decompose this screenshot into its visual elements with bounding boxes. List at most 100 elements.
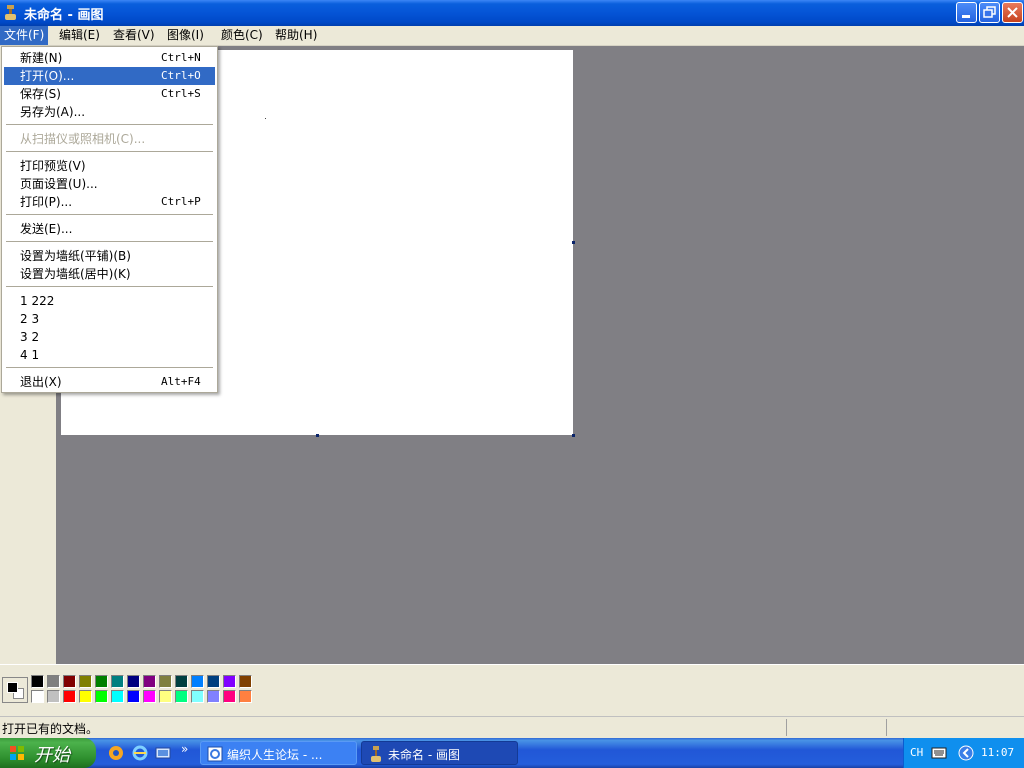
task-label-paint: 未命名 - 画图 — [388, 748, 460, 762]
palette-color-swatch[interactable] — [207, 690, 220, 703]
canvas-pixel — [265, 118, 266, 119]
palette-color-swatch[interactable] — [127, 675, 140, 688]
menu-item-recent-3[interactable]: 3 2 — [4, 328, 215, 346]
menu-item-label: 发送(E)... — [20, 222, 73, 236]
close-button[interactable] — [1002, 2, 1023, 23]
title-bar[interactable]: 未命名 - 画图 — [0, 0, 1024, 26]
palette-color-swatch[interactable] — [79, 675, 92, 688]
menu-item-label: 设置为墙纸(平铺)(B) — [20, 249, 131, 263]
ie-page-icon — [207, 746, 223, 762]
menu-separator — [6, 151, 213, 152]
menu-item-label: 1 222 — [20, 294, 55, 308]
resize-handle-right[interactable] — [572, 241, 575, 244]
resize-handle-corner[interactable] — [572, 434, 575, 437]
menu-help[interactable]: 帮助(H) — [271, 26, 321, 45]
palette-color-swatch[interactable] — [223, 675, 236, 688]
quick-launch-more-icon[interactable]: » — [181, 742, 188, 756]
menu-item-open[interactable]: 打开(O)... Ctrl+O — [4, 67, 215, 85]
menu-item-label: 打开(O)... — [20, 69, 75, 83]
show-hidden-icons-icon[interactable] — [958, 745, 974, 761]
restore-button[interactable] — [979, 2, 1000, 23]
start-button[interactable]: 开始 — [0, 738, 96, 768]
paint-app-icon — [5, 5, 16, 20]
palette-color-swatch[interactable] — [175, 690, 188, 703]
menu-item-shortcut: Ctrl+S — [161, 87, 201, 100]
palette-color-swatch[interactable] — [47, 690, 60, 703]
keyboard-icon[interactable] — [931, 747, 947, 759]
palette-color-swatch[interactable] — [111, 675, 124, 688]
menu-colors[interactable]: 颜色(C) — [217, 26, 267, 45]
windows-flag-icon — [10, 746, 24, 760]
start-label: 开始 — [34, 745, 70, 766]
quick-launch-ie-icon[interactable] — [132, 745, 148, 761]
palette-color-swatch[interactable] — [63, 690, 76, 703]
palette-color-swatch[interactable] — [159, 675, 172, 688]
quick-launch-media-icon[interactable] — [108, 745, 124, 761]
taskbar: 开始 » 编织人生论坛 - ... 未命名 - 画图 CH 11:07 — [0, 738, 1024, 768]
menu-separator — [6, 214, 213, 215]
palette-color-swatch[interactable] — [159, 690, 172, 703]
task-button-forum[interactable]: 编织人生论坛 - ... — [200, 741, 357, 765]
menu-item-print[interactable]: 打印(P)... Ctrl+P — [4, 193, 215, 211]
menu-separator — [6, 367, 213, 368]
paint-app-icon — [371, 746, 381, 762]
palette-color-swatch[interactable] — [191, 675, 204, 688]
system-tray: CH 11:07 — [903, 738, 1024, 768]
menu-item-wallpaper-center[interactable]: 设置为墙纸(居中)(K) — [4, 265, 215, 283]
menu-item-print-preview[interactable]: 打印预览(V) — [4, 157, 215, 175]
menu-item-exit[interactable]: 退出(X) Alt+F4 — [4, 373, 215, 391]
menu-item-recent-1[interactable]: 1 222 — [4, 292, 215, 310]
menu-item-wallpaper-tile[interactable]: 设置为墙纸(平铺)(B) — [4, 247, 215, 265]
minimize-button[interactable] — [956, 2, 977, 23]
palette-color-swatch[interactable] — [175, 675, 188, 688]
menu-item-shortcut: Ctrl+P — [161, 195, 201, 208]
menu-item-new[interactable]: 新建(N) Ctrl+N — [4, 49, 215, 67]
menu-view[interactable]: 查看(V) — [109, 26, 159, 45]
resize-handle-bottom[interactable] — [316, 434, 319, 437]
palette-color-swatch[interactable] — [143, 690, 156, 703]
menu-item-send[interactable]: 发送(E)... — [4, 220, 215, 238]
palette-color-swatch[interactable] — [127, 690, 140, 703]
palette-color-swatch[interactable] — [191, 690, 204, 703]
palette-color-swatch[interactable] — [143, 675, 156, 688]
menu-item-label: 打印(P)... — [20, 195, 73, 209]
menu-item-label: 3 2 — [20, 330, 40, 344]
menu-item-save[interactable]: 保存(S) Ctrl+S — [4, 85, 215, 103]
menu-item-label: 另存为(A)... — [20, 105, 86, 119]
quick-launch-desktop-icon[interactable] — [155, 745, 171, 761]
palette-color-swatch[interactable] — [63, 675, 76, 688]
menu-bar: 文件(F) 编辑(E) 查看(V) 图像(I) 颜色(C) 帮助(H) — [0, 26, 1024, 46]
current-colors[interactable] — [2, 677, 28, 703]
status-bar: 打开已有的文档。 — [0, 716, 1024, 739]
menu-item-shortcut: Alt+F4 — [161, 375, 201, 388]
menu-item-label: 页面设置(U)... — [20, 177, 98, 191]
window-title: 未命名 - 画图 — [24, 8, 104, 23]
palette-color-swatch[interactable] — [31, 690, 44, 703]
status-text: 打开已有的文档。 — [2, 722, 99, 736]
palette-color-swatch[interactable] — [239, 675, 252, 688]
palette-color-swatch[interactable] — [207, 675, 220, 688]
menu-image[interactable]: 图像(I) — [163, 26, 208, 45]
clock[interactable]: 11:07 — [981, 746, 1014, 759]
palette-color-swatch[interactable] — [223, 690, 236, 703]
menu-file[interactable]: 文件(F) — [0, 26, 49, 45]
palette-color-swatch[interactable] — [47, 675, 60, 688]
palette-color-swatch[interactable] — [95, 675, 108, 688]
menu-item-recent-4[interactable]: 4 1 — [4, 346, 215, 364]
restore-icon — [983, 6, 996, 18]
palette-color-swatch[interactable] — [31, 675, 44, 688]
menu-item-page-setup[interactable]: 页面设置(U)... — [4, 175, 215, 193]
menu-item-save-as[interactable]: 另存为(A)... — [4, 103, 215, 121]
file-menu-dropdown: 新建(N) Ctrl+N 打开(O)... Ctrl+O 保存(S) Ctrl+… — [1, 46, 218, 393]
menu-item-label: 2 3 — [20, 312, 40, 326]
close-icon — [1007, 7, 1018, 18]
menu-edit[interactable]: 编辑(E) — [55, 26, 104, 45]
palette-color-swatch[interactable] — [95, 690, 108, 703]
palette-color-swatch[interactable] — [79, 690, 92, 703]
foreground-color[interactable] — [7, 682, 18, 693]
language-indicator[interactable]: CH — [910, 746, 923, 759]
palette-color-swatch[interactable] — [111, 690, 124, 703]
menu-item-recent-2[interactable]: 2 3 — [4, 310, 215, 328]
task-button-paint[interactable]: 未命名 - 画图 — [361, 741, 518, 765]
palette-color-swatch[interactable] — [239, 690, 252, 703]
